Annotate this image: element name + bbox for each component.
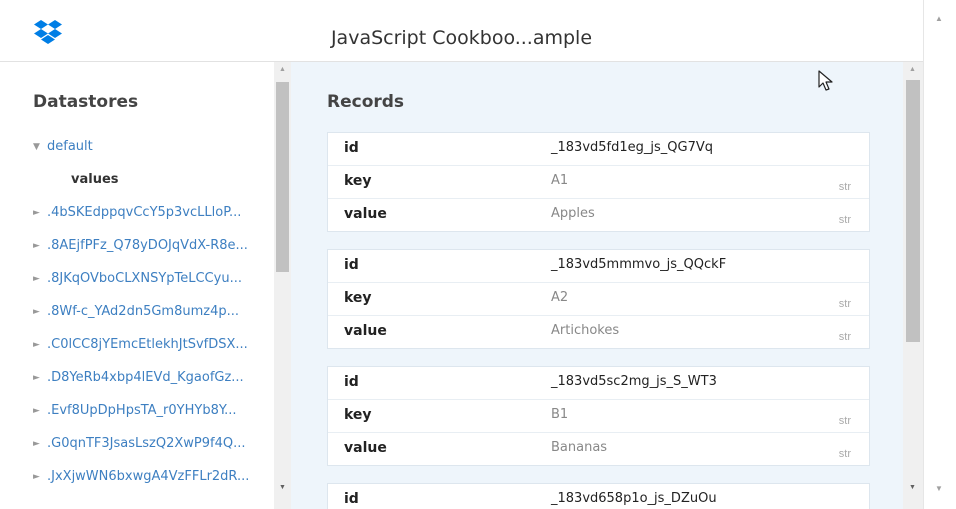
datastore-item-label: .8AEjfPFz_Q78yDOJqVdX-R8e... (47, 238, 248, 253)
record-field-row[interactable]: value Apples str (328, 198, 869, 231)
scroll-up-arrow-icon[interactable]: ▲ (279, 66, 286, 73)
field-type: str (838, 415, 851, 427)
records-heading: Records (327, 92, 405, 112)
field-value[interactable]: Artichokes (551, 323, 619, 338)
record-id-value: _183vd5sc2mg_js_S_WT3 (551, 374, 717, 389)
records-scroll-thumb[interactable] (906, 80, 920, 342)
scroll-down-arrow-icon[interactable]: ▼ (909, 484, 916, 491)
datastore-table-item[interactable]: values (33, 168, 273, 201)
record-id-row: id _183vd5sc2mg_js_S_WT3 (328, 367, 869, 399)
datastore-item-label: .8Wf-c_YAd2dn5Gm8umz4p... (47, 304, 239, 319)
field-name: id (344, 374, 359, 390)
collapsed-triangle-icon[interactable]: ► (33, 340, 47, 350)
collapsed-triangle-icon[interactable]: ► (33, 274, 47, 284)
collapsed-triangle-icon[interactable]: ► (33, 406, 47, 416)
field-name: key (344, 173, 372, 189)
collapsed-triangle-icon[interactable]: ► (33, 472, 47, 482)
record-id-row: id _183vd5fd1eg_js_QG7Vq (328, 133, 869, 165)
record-id-row: id _183vd658p1o_js_DZuOu (328, 484, 869, 509)
datastore-item[interactable]: ► .4bSKEdppqvCcY5p3vcLLloP... (33, 201, 273, 234)
record-field-row[interactable]: value Artichokes str (328, 315, 869, 348)
records-scrollbar[interactable]: ▲ ▼ (903, 62, 923, 509)
record-id-row: id _183vd5mmmvo_js_QQckF (328, 250, 869, 282)
field-name: value (344, 440, 387, 456)
field-type: str (838, 331, 851, 343)
field-name: value (344, 206, 387, 222)
datastore-item-label: default (47, 139, 93, 154)
scroll-down-arrow-icon[interactable]: ▼ (935, 484, 943, 493)
datastores-heading: Datastores (33, 92, 139, 112)
mouse-pointer-icon (818, 70, 833, 91)
field-type: str (838, 298, 851, 310)
record-field-row[interactable]: key A1 str (328, 165, 869, 198)
record-card: id _183vd5mmmvo_js_QQckFkey A2 str value Arti… (327, 249, 870, 349)
record-card: id _183vd5fd1eg_js_QG7Vqkey A1 str value Appl… (327, 132, 870, 232)
page-title: JavaScript Cookboo...ample (330, 27, 593, 49)
record-id-value: _183vd5fd1eg_js_QG7Vq (551, 140, 713, 155)
datastores-sidebar: Datastores ▼ default values ► .4bSKEdppqvCcY… (0, 62, 274, 509)
datastore-list: ▼ default values ► .4bSKEdppqvCcY5p3vcLLloP.… (33, 135, 273, 498)
record-card: id _183vd5sc2mg_js_S_WT3key B1 str value Bana… (327, 366, 870, 466)
scroll-up-arrow-icon[interactable]: ▲ (909, 66, 916, 73)
app-header: JavaScript Cookboo...ample (0, 0, 923, 62)
field-value[interactable]: A2 (551, 290, 568, 305)
expanded-triangle-icon[interactable]: ▼ (33, 142, 47, 152)
sidebar-scroll-thumb[interactable] (276, 82, 289, 272)
field-value[interactable]: A1 (551, 173, 568, 188)
collapsed-triangle-icon[interactable]: ► (33, 241, 47, 251)
datastore-item-label: .JxXjwWN6bxwgA4VzFFLr2dR... (47, 469, 250, 484)
field-name: key (344, 290, 372, 306)
field-name: key (344, 407, 372, 423)
field-value[interactable]: Bananas (551, 440, 607, 455)
datastore-item[interactable]: ► .Evf8UpDpHpsTA_r0YHYb8Y... (33, 399, 273, 432)
sidebar-scrollbar[interactable]: ▲ ▼ (274, 62, 291, 509)
field-value[interactable]: Apples (551, 206, 595, 221)
record-field-row[interactable]: key B1 str (328, 399, 869, 432)
field-value[interactable]: B1 (551, 407, 568, 422)
field-type: str (838, 448, 851, 460)
field-name: id (344, 140, 359, 156)
collapsed-triangle-icon[interactable]: ► (33, 208, 47, 218)
scroll-down-arrow-icon[interactable]: ▼ (279, 484, 286, 491)
collapsed-triangle-icon[interactable]: ► (33, 307, 47, 317)
record-field-row[interactable]: key A2 str (328, 282, 869, 315)
scroll-up-arrow-icon[interactable]: ▲ (935, 14, 943, 23)
datastore-item[interactable]: ▼ default (33, 135, 273, 168)
field-type: str (838, 214, 851, 226)
records-panel: Records id _183vd5fd1eg_js_QG7Vq key A1 str v… (291, 62, 903, 509)
datastore-item-label: values (71, 172, 119, 187)
records-list: id _183vd5fd1eg_js_QG7Vqkey A1 str value Appl… (327, 132, 870, 509)
datastore-item-label: .C0lCC8jYEmcEtlekhJtSvfDSX... (47, 337, 248, 352)
datastore-item-label: .4bSKEdppqvCcY5p3vcLLloP... (47, 205, 242, 220)
field-name: value (344, 323, 387, 339)
datastore-item-label: .8JKqOVboCLXNSYpTeLCCyu... (47, 271, 242, 286)
record-id-value: _183vd658p1o_js_DZuOu (551, 491, 717, 506)
datastore-item[interactable]: ► .D8YeRb4xbp4lEVd_KgaofGz... (33, 366, 273, 399)
field-name: id (344, 491, 359, 507)
collapsed-triangle-icon[interactable]: ► (33, 373, 47, 383)
datastore-item[interactable]: ► .8Wf-c_YAd2dn5Gm8umz4p... (33, 300, 273, 333)
datastore-item-label: .G0qnTF3JsasLszQ2XwP9f4Q... (47, 436, 246, 451)
field-type: str (838, 181, 851, 193)
datastore-item[interactable]: ► .8AEjfPFz_Q78yDOJqVdX-R8e... (33, 234, 273, 267)
datastore-item[interactable]: ► .JxXjwWN6bxwgA4VzFFLr2dR... (33, 465, 273, 498)
datastore-item[interactable]: ► .G0qnTF3JsasLszQ2XwP9f4Q... (33, 432, 273, 465)
record-field-row[interactable]: value Bananas str (328, 432, 869, 465)
datastore-item[interactable]: ► .8JKqOVboCLXNSYpTeLCCyu... (33, 267, 273, 300)
record-card: id _183vd658p1o_js_DZuOu (327, 483, 870, 509)
page-scrollbar[interactable]: ▲ ▼ (923, 0, 956, 509)
record-id-value: _183vd5mmmvo_js_QQckF (551, 257, 727, 272)
field-name: id (344, 257, 359, 273)
datastore-item-label: .Evf8UpDpHpsTA_r0YHYb8Y... (47, 403, 237, 418)
datastore-item[interactable]: ► .C0lCC8jYEmcEtlekhJtSvfDSX... (33, 333, 273, 366)
datastore-item-label: .D8YeRb4xbp4lEVd_KgaofGz... (47, 370, 244, 385)
collapsed-triangle-icon[interactable]: ► (33, 439, 47, 449)
